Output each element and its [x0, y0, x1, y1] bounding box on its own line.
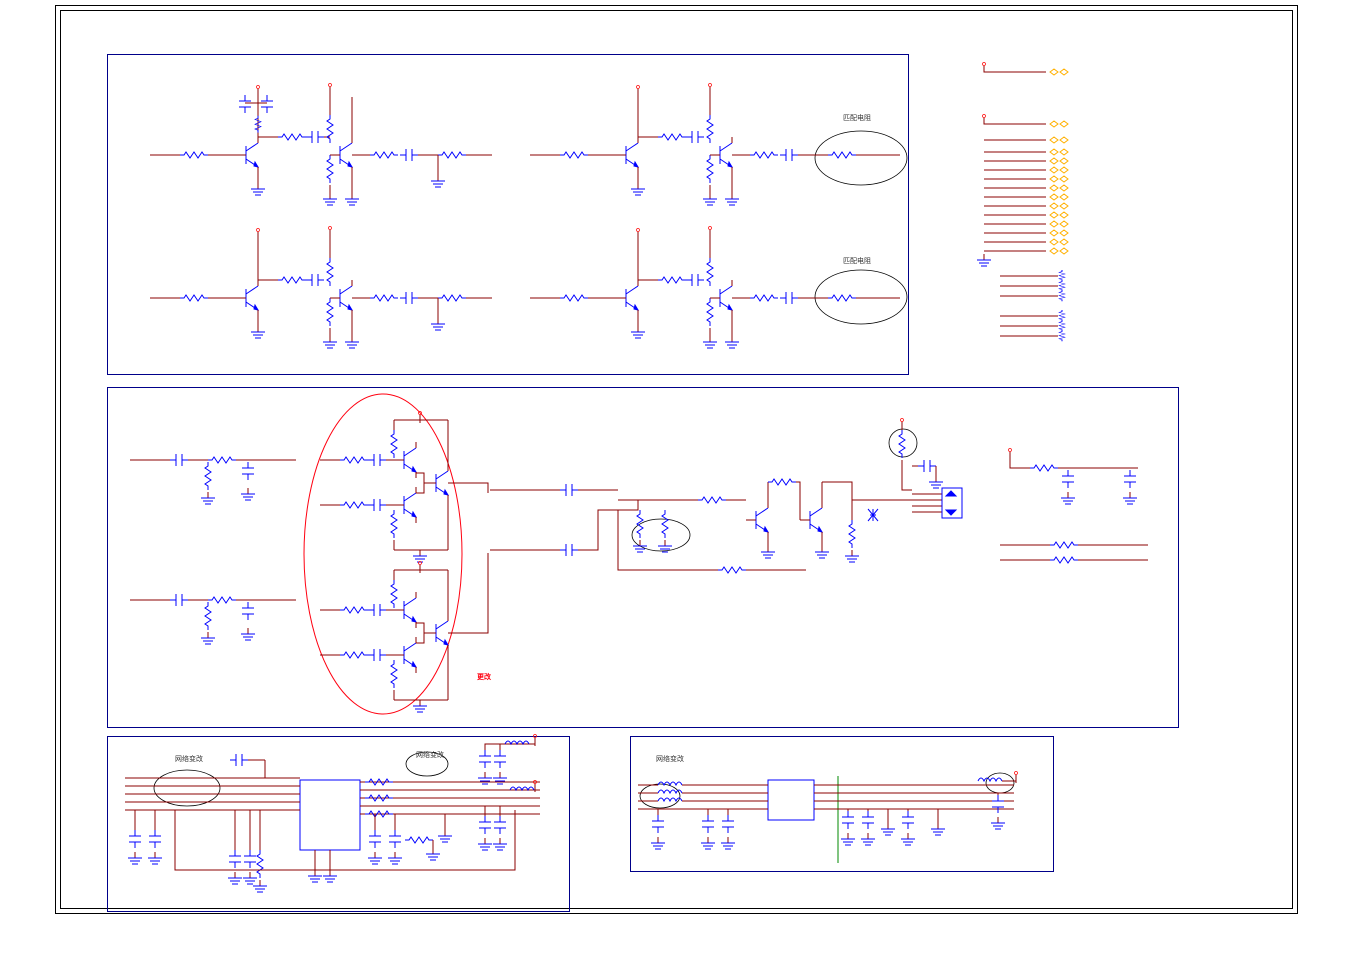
- ic-block-left: [115, 740, 565, 905]
- mid-diff-pairs: [320, 405, 500, 715]
- mid-chain: [490, 460, 980, 630]
- amp-stage-2: [150, 218, 510, 368]
- schematic-sheet: 匹配电阻 匹配电阻 更改 网络变改 网络变改 网络变改: [0, 0, 1350, 954]
- amp-stage-1: [150, 75, 510, 225]
- amp-stage-3: [530, 75, 910, 225]
- mid-right-filters: [1000, 450, 1170, 580]
- amp-stage-4: [530, 218, 910, 368]
- port-list-bottom: [1000, 270, 1110, 350]
- ic-block-right: [638, 745, 1048, 865]
- port-list-top: [980, 58, 1100, 268]
- mid-left-inputs: [130, 440, 330, 690]
